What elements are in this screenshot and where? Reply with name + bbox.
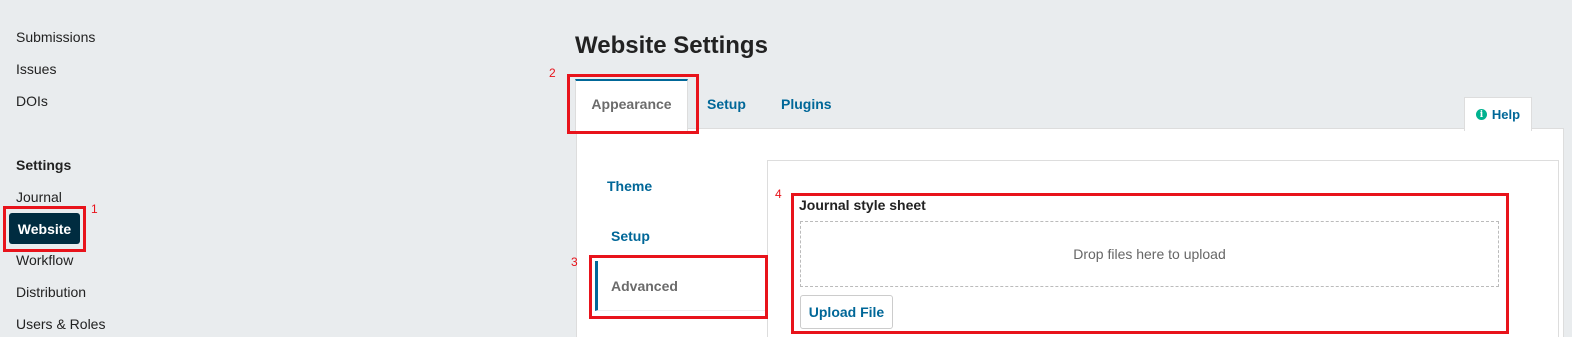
upload-file-button[interactable]: Upload File: [800, 295, 893, 329]
info-icon: i: [1475, 109, 1487, 120]
stylesheet-label: Journal style sheet: [799, 197, 926, 213]
help-label: Help: [1491, 107, 1521, 122]
subtab-theme[interactable]: Theme: [607, 178, 652, 194]
nav-users-roles[interactable]: Users & Roles: [16, 316, 105, 332]
nav-website[interactable]: Website: [9, 213, 80, 244]
nav-issues[interactable]: Issues: [16, 61, 56, 77]
sidebar: Submissions Issues DOIs Settings Journal…: [0, 0, 200, 337]
annotation-number-4: 4: [775, 187, 782, 201]
dropzone-text: Drop files here to upload: [1073, 246, 1226, 262]
subtab-setup[interactable]: Setup: [611, 228, 650, 244]
page-title: Website Settings: [575, 32, 768, 59]
annotation-number-2: 2: [549, 66, 556, 80]
tab-appearance[interactable]: Appearance: [575, 79, 688, 131]
nav-distribution[interactable]: Distribution: [16, 284, 86, 300]
annotation-number-3: 3: [571, 255, 578, 269]
nav-workflow[interactable]: Workflow: [16, 252, 73, 268]
settings-heading: Settings: [16, 157, 72, 173]
nav-journal[interactable]: Journal: [16, 189, 62, 205]
help-tab[interactable]: i Help: [1464, 97, 1532, 131]
tab-plugins[interactable]: Plugins: [781, 96, 832, 112]
nav-submissions[interactable]: Submissions: [16, 29, 95, 45]
annotation-number-1: 1: [91, 202, 98, 216]
tab-setup[interactable]: Setup: [707, 96, 746, 112]
file-dropzone[interactable]: Drop files here to upload: [800, 221, 1499, 287]
nav-dois[interactable]: DOIs: [16, 93, 48, 109]
subtab-advanced[interactable]: Advanced: [595, 261, 767, 311]
